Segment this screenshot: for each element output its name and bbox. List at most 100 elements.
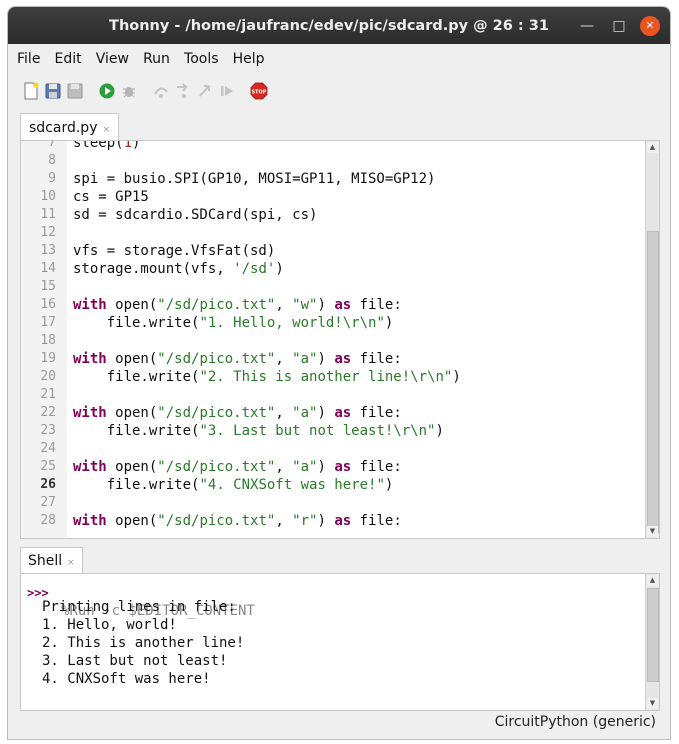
- code-line[interactable]: 27: [21, 494, 645, 512]
- string-token: "a": [292, 405, 318, 421]
- line-number: 17: [40, 315, 56, 330]
- code-text: vfs = storage.VfsFat(sd): [73, 242, 275, 260]
- run-icon[interactable]: [98, 82, 116, 100]
- shell-output-line: Printing lines in file:: [21, 598, 641, 616]
- code-token: file:: [351, 459, 402, 475]
- code-line[interactable]: 24: [21, 440, 645, 458]
- menu-edit[interactable]: Edit: [46, 44, 82, 74]
- code-line[interactable]: 21: [21, 386, 645, 404]
- menu-help[interactable]: Help: [224, 44, 265, 74]
- tab-shell[interactable]: Shell ×: [20, 547, 83, 574]
- shell-output-text: Printing lines in file:: [42, 599, 236, 615]
- number-token: 1: [123, 140, 133, 151]
- code-token: open(: [106, 405, 158, 421]
- code-line[interactable]: 28 with open("/sd/pico.txt", "r") as file…: [21, 512, 645, 530]
- code-line[interactable]: 14 storage.mount(vfs, '/sd'): [21, 260, 645, 278]
- string-token: "r": [292, 513, 318, 529]
- keyword-token: with: [73, 351, 107, 367]
- line-number: 19: [40, 351, 56, 366]
- step-over-icon[interactable]: [152, 82, 170, 100]
- code-line[interactable]: 19 with open("/sd/pico.txt", "a") as file…: [21, 350, 645, 368]
- code-line[interactable]: 16 with open("/sd/pico.txt", "w") as file…: [21, 296, 645, 314]
- shell-scroll-up-icon[interactable]: ▲: [647, 575, 658, 586]
- open-file-icon[interactable]: [44, 82, 62, 100]
- code-token: open(: [106, 459, 158, 475]
- code-editor[interactable]: 7 sleep(1) 8 9 spi = busio.SPI(GP10, MOSI=GP…: [20, 140, 660, 539]
- code-line[interactable]: 20 file.write("2. This is another line!\…: [21, 368, 645, 386]
- code-token: ,: [275, 297, 293, 313]
- string-token: "3. Last but not least!\r\n": [199, 423, 436, 439]
- code-line[interactable]: 11 sd = sdcardio.SDCard(spi, cs): [21, 206, 645, 224]
- string-token: "a": [292, 459, 318, 475]
- shell-panel[interactable]: >>> %Run -c $EDITOR_CONTENT Printing lin…: [20, 573, 660, 711]
- step-out-icon[interactable]: [196, 82, 214, 100]
- code-line[interactable]: 15: [21, 278, 645, 296]
- minimize-icon[interactable]: —: [577, 16, 597, 36]
- line-number: 24: [40, 441, 56, 456]
- code-line[interactable]: 26 file.write("4. CNXSoft was here!"): [21, 476, 645, 494]
- code-line[interactable]: 13 vfs = storage.VfsFat(sd): [21, 242, 645, 260]
- string-token: "/sd/pico.txt": [157, 405, 276, 421]
- shell-tab-close-icon[interactable]: ×: [67, 558, 75, 568]
- string-token: "/sd/pico.txt": [157, 513, 276, 529]
- code-line[interactable]: 8: [21, 152, 645, 170]
- stop-icon-label: STOP: [252, 89, 267, 95]
- code-token: ): [317, 513, 335, 529]
- shell-scrollbar-thumb[interactable]: [647, 588, 659, 682]
- code-token: ): [452, 369, 461, 385]
- tab-label: sdcard.py: [29, 120, 98, 136]
- scroll-up-icon[interactable]: ▲: [647, 142, 658, 153]
- code-token: cs = GP15: [73, 189, 149, 205]
- maximize-icon[interactable]: □: [609, 16, 629, 36]
- code-line[interactable]: 22 with open("/sd/pico.txt", "a") as file…: [21, 404, 645, 422]
- code-text: spi = busio.SPI(GP10, MOSI=GP11, MISO=GP…: [73, 170, 435, 188]
- line-number: 13: [40, 243, 56, 258]
- save-file-icon[interactable]: [66, 82, 84, 100]
- code-line[interactable]: 10 cs = GP15: [21, 188, 645, 206]
- step-into-icon[interactable]: [174, 82, 192, 100]
- code-line[interactable]: 18: [21, 332, 645, 350]
- code-token: file:: [351, 351, 402, 367]
- code-token: storage.mount(vfs,: [73, 261, 234, 277]
- code-line[interactable]: 12: [21, 224, 645, 242]
- new-file-icon[interactable]: [22, 82, 40, 100]
- shell-scroll-down-icon[interactable]: ▼: [647, 698, 658, 709]
- resume-icon[interactable]: [218, 82, 236, 100]
- menu-run[interactable]: Run: [134, 44, 170, 74]
- debug-icon[interactable]: [120, 82, 138, 100]
- tab-close-icon[interactable]: ×: [102, 125, 110, 135]
- shell-scrollbar[interactable]: ▲ ▼: [645, 574, 659, 710]
- code-line[interactable]: 25 with open("/sd/pico.txt", "a") as file…: [21, 458, 645, 476]
- shell-input-line[interactable]: >>>: [21, 694, 641, 710]
- code-lines: 7 sleep(1) 8 9 spi = busio.SPI(GP10, MOSI=GP…: [21, 140, 645, 530]
- code-text: cs = GP15: [73, 188, 149, 206]
- scrollbar-thumb[interactable]: [647, 231, 659, 533]
- line-number: 27: [40, 495, 56, 510]
- title-bar[interactable]: Thonny - /home/jaufranc/edev/pic/sdcard.…: [8, 7, 670, 44]
- code-line[interactable]: 7 sleep(1): [21, 140, 645, 152]
- code-line[interactable]: 23 file.write("3. Last but not least!\r\…: [21, 422, 645, 440]
- menu-file[interactable]: File: [8, 44, 40, 74]
- stop-icon[interactable]: STOP: [250, 82, 268, 100]
- menu-tools[interactable]: Tools: [175, 44, 219, 74]
- scroll-down-icon[interactable]: ▼: [647, 526, 658, 537]
- line-number: 9: [48, 171, 56, 186]
- interpreter-status[interactable]: CircuitPython (generic): [495, 712, 656, 732]
- code-line[interactable]: 17 file.write("1. Hello, world!\r\n"): [21, 314, 645, 332]
- keyword-token: with: [73, 513, 107, 529]
- string-token: "/sd/pico.txt": [157, 351, 276, 367]
- tab-sdcard-py[interactable]: sdcard.py ×: [20, 113, 120, 142]
- code-text: file.write("4. CNXSoft was here!"): [73, 476, 394, 494]
- code-token: ): [275, 261, 284, 277]
- code-token: ): [317, 351, 335, 367]
- string-token: '/sd': [233, 261, 276, 277]
- menu-view[interactable]: View: [87, 44, 129, 74]
- editor-scrollbar[interactable]: ▲ ▼: [645, 141, 659, 538]
- close-icon[interactable]: ✕: [640, 16, 660, 36]
- shell-tab-label: Shell: [28, 553, 63, 569]
- line-number: 26: [40, 477, 56, 492]
- code-text: with open("/sd/pico.txt", "a") as file:: [73, 404, 402, 422]
- string-token: "w": [292, 297, 318, 313]
- code-line[interactable]: 9 spi = busio.SPI(GP10, MOSI=GP11, MISO=G…: [21, 170, 645, 188]
- line-number: 8: [48, 153, 56, 168]
